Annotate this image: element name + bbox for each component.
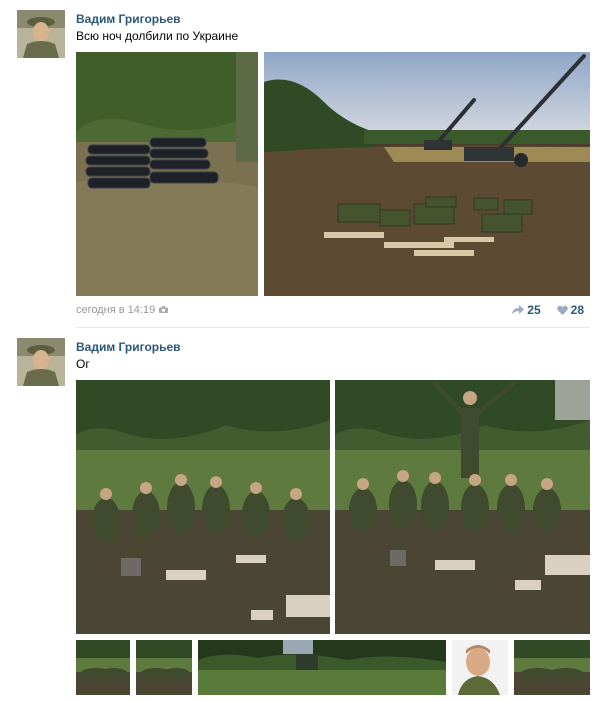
heart-icon bbox=[556, 305, 568, 315]
post-meta: сегодня в 14:19 bbox=[76, 304, 169, 316]
author-name[interactable]: Вадим Григорьев bbox=[76, 340, 181, 354]
photo[interactable] bbox=[264, 52, 590, 296]
wall-post: Вадим Григорьев Всю ноч долбили по Украи… bbox=[0, 0, 600, 328]
post-timestamp[interactable]: сегодня в 14:19 bbox=[76, 304, 155, 316]
photo-thumbnail[interactable] bbox=[136, 640, 192, 695]
photo-thumbnail[interactable] bbox=[198, 640, 446, 695]
wall-post: Вадим Григорьев Ог bbox=[0, 328, 600, 702]
photo-thumbnail[interactable] bbox=[452, 640, 508, 695]
post-text: Всю ноч долбили по Украине bbox=[76, 29, 239, 43]
like-button[interactable]: 28 bbox=[556, 303, 584, 317]
photo[interactable] bbox=[335, 380, 590, 634]
photo[interactable] bbox=[76, 52, 258, 296]
avatar[interactable] bbox=[17, 338, 65, 386]
like-count: 28 bbox=[570, 303, 584, 317]
photo-thumbnail[interactable] bbox=[76, 640, 130, 695]
post-actions: 25 28 bbox=[512, 303, 584, 317]
avatar[interactable] bbox=[17, 10, 65, 58]
camera-icon bbox=[159, 304, 169, 316]
repost-icon bbox=[512, 305, 525, 315]
author-name[interactable]: Вадим Григорьев bbox=[76, 12, 181, 26]
repost-count: 25 bbox=[527, 303, 541, 317]
photo[interactable] bbox=[76, 380, 330, 634]
photo-thumbnail[interactable] bbox=[514, 640, 590, 695]
post-text: Ог bbox=[76, 357, 90, 371]
repost-button[interactable]: 25 bbox=[512, 303, 541, 317]
